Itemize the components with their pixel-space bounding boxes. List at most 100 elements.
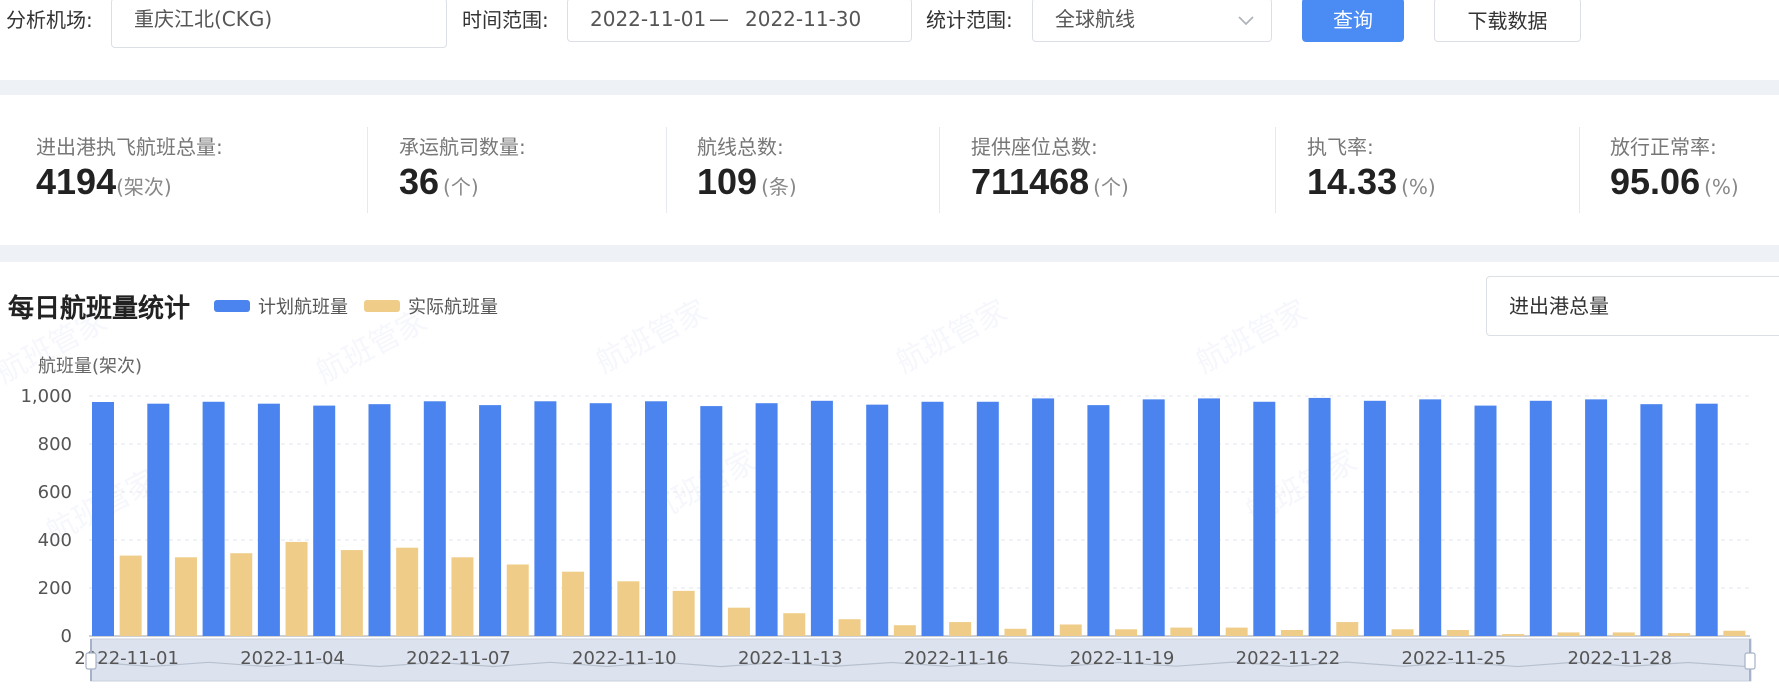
stat-unit: (%) xyxy=(1401,175,1436,199)
bar-actual xyxy=(1612,632,1635,636)
bar-actual xyxy=(1557,632,1580,636)
bar-planned xyxy=(534,401,557,636)
stat-value: 36 xyxy=(399,161,440,202)
bar-planned xyxy=(313,405,336,636)
bar-actual xyxy=(949,622,972,636)
stats-panel: 进出港执飞航班总量: 4194(架次) 承运航司数量: 36 (个) 航线总数: … xyxy=(0,95,1779,245)
stat-unit: (个) xyxy=(443,175,479,199)
scope-label: 统计范围: xyxy=(926,8,1013,32)
bar-planned xyxy=(1419,399,1442,636)
stat-value: 109 xyxy=(697,161,758,202)
divider xyxy=(939,127,940,213)
stat-value: 14.33 xyxy=(1307,161,1398,202)
stat-label: 承运航司数量: xyxy=(399,135,526,159)
y-tick-label: 0 xyxy=(61,626,72,647)
bar-planned xyxy=(1032,398,1055,636)
drag-handle-icon xyxy=(85,652,97,670)
bar-planned xyxy=(1198,398,1220,636)
bar-actual xyxy=(617,581,640,636)
x-tick-label: 2022-11-04 xyxy=(240,648,345,669)
bar-planned xyxy=(1695,403,1718,636)
stat-label: 执飞率: xyxy=(1307,135,1374,159)
bar-actual xyxy=(1004,628,1027,636)
drag-handle-icon xyxy=(1744,652,1756,670)
bar-actual xyxy=(340,550,363,636)
bar-actual xyxy=(396,547,419,636)
stat-label: 航线总数: xyxy=(697,135,784,159)
bar-actual xyxy=(1446,630,1469,636)
x-tick-label: 2022-11-16 xyxy=(904,648,1009,669)
date-separator: — xyxy=(709,7,729,31)
bar-actual xyxy=(1668,633,1691,636)
bar-planned xyxy=(1474,405,1497,636)
stat-label: 提供座位总数: xyxy=(971,135,1098,159)
airport-label: 分析机场: xyxy=(6,8,93,32)
bar-planned xyxy=(1087,405,1110,636)
bar-planned xyxy=(755,403,778,636)
x-tick-label: 2022-11-19 xyxy=(1070,648,1175,669)
bar-actual xyxy=(1280,630,1303,636)
y-tick-label: 1,000 xyxy=(20,386,72,407)
bar-actual xyxy=(562,571,585,636)
bar-actual xyxy=(1502,634,1525,636)
date-start[interactable]: 2022-11-01 xyxy=(590,0,706,39)
stat-unit: (条) xyxy=(761,175,797,199)
bar-planned xyxy=(92,402,114,636)
bar-planned xyxy=(1253,401,1276,636)
y-tick-label: 200 xyxy=(38,578,72,599)
bar-planned xyxy=(921,401,944,636)
bar-planned xyxy=(1142,399,1165,636)
divider xyxy=(367,127,368,213)
x-tick-label: 2022-11-13 xyxy=(738,648,843,669)
time-range-label: 时间范围: xyxy=(462,8,549,32)
stat-label: 进出港执飞航班总量: xyxy=(36,135,223,159)
bar-planned xyxy=(1363,400,1386,636)
bar-actual xyxy=(1170,627,1193,636)
bar-planned xyxy=(589,403,612,636)
x-tick-label: 2022-11-28 xyxy=(1567,648,1672,669)
bar-planned xyxy=(1640,404,1663,636)
download-button[interactable]: 下载数据 xyxy=(1434,0,1581,42)
bar-planned xyxy=(479,405,502,636)
bar-actual xyxy=(672,590,695,636)
bar-planned xyxy=(866,404,889,636)
bar-planned xyxy=(1585,399,1608,636)
x-tick-label: 2022-11-22 xyxy=(1236,648,1341,669)
date-range-picker[interactable]: 2022-11-01 — 2022-11-30 xyxy=(567,0,912,42)
bar-actual xyxy=(1391,629,1414,636)
bar-chart: 02004006008001,0002022-11-01 2022-11-04 20… xyxy=(20,386,1756,682)
date-end[interactable]: 2022-11-30 xyxy=(745,0,861,39)
bar-actual xyxy=(1225,627,1248,636)
stat-value: 4194 xyxy=(36,161,117,202)
divider xyxy=(1275,127,1276,213)
scope-value: 全球航线 xyxy=(1055,7,1135,31)
y-tick-label: 800 xyxy=(38,434,72,455)
filter-bar: 分析机场: 重庆江北(CKG) 时间范围: 2022-11-01 — 2022-… xyxy=(0,0,1779,80)
stat-unit: (架次) xyxy=(116,175,172,199)
y-tick-label: 600 xyxy=(38,482,72,503)
bar-planned xyxy=(976,401,999,636)
scope-select[interactable]: 全球航线 xyxy=(1032,0,1272,42)
bar-actual xyxy=(1115,629,1138,636)
x-tick-label: 2022-11-07 xyxy=(406,648,511,669)
bar-planned xyxy=(202,401,225,636)
stat-label: 放行正常率: xyxy=(1610,135,1717,159)
bar-planned xyxy=(645,401,667,636)
bar-actual xyxy=(1059,624,1082,636)
stat-value: 711468 xyxy=(971,161,1090,202)
stat-unit: (%) xyxy=(1704,175,1739,199)
airport-input[interactable]: 重庆江北(CKG) xyxy=(111,0,447,48)
bar-planned xyxy=(700,406,723,636)
stat-unit: (个) xyxy=(1093,175,1129,199)
query-button[interactable]: 查询 xyxy=(1302,0,1404,42)
bar-actual xyxy=(783,613,806,636)
bar-actual xyxy=(838,619,861,636)
bar-actual xyxy=(451,557,474,636)
divider xyxy=(666,127,667,213)
bar-actual xyxy=(1723,630,1746,636)
bar-planned xyxy=(1529,400,1552,636)
bar-planned xyxy=(147,403,170,636)
bar-planned xyxy=(257,403,280,636)
bar-planned xyxy=(810,400,833,636)
bar-planned xyxy=(368,404,391,636)
